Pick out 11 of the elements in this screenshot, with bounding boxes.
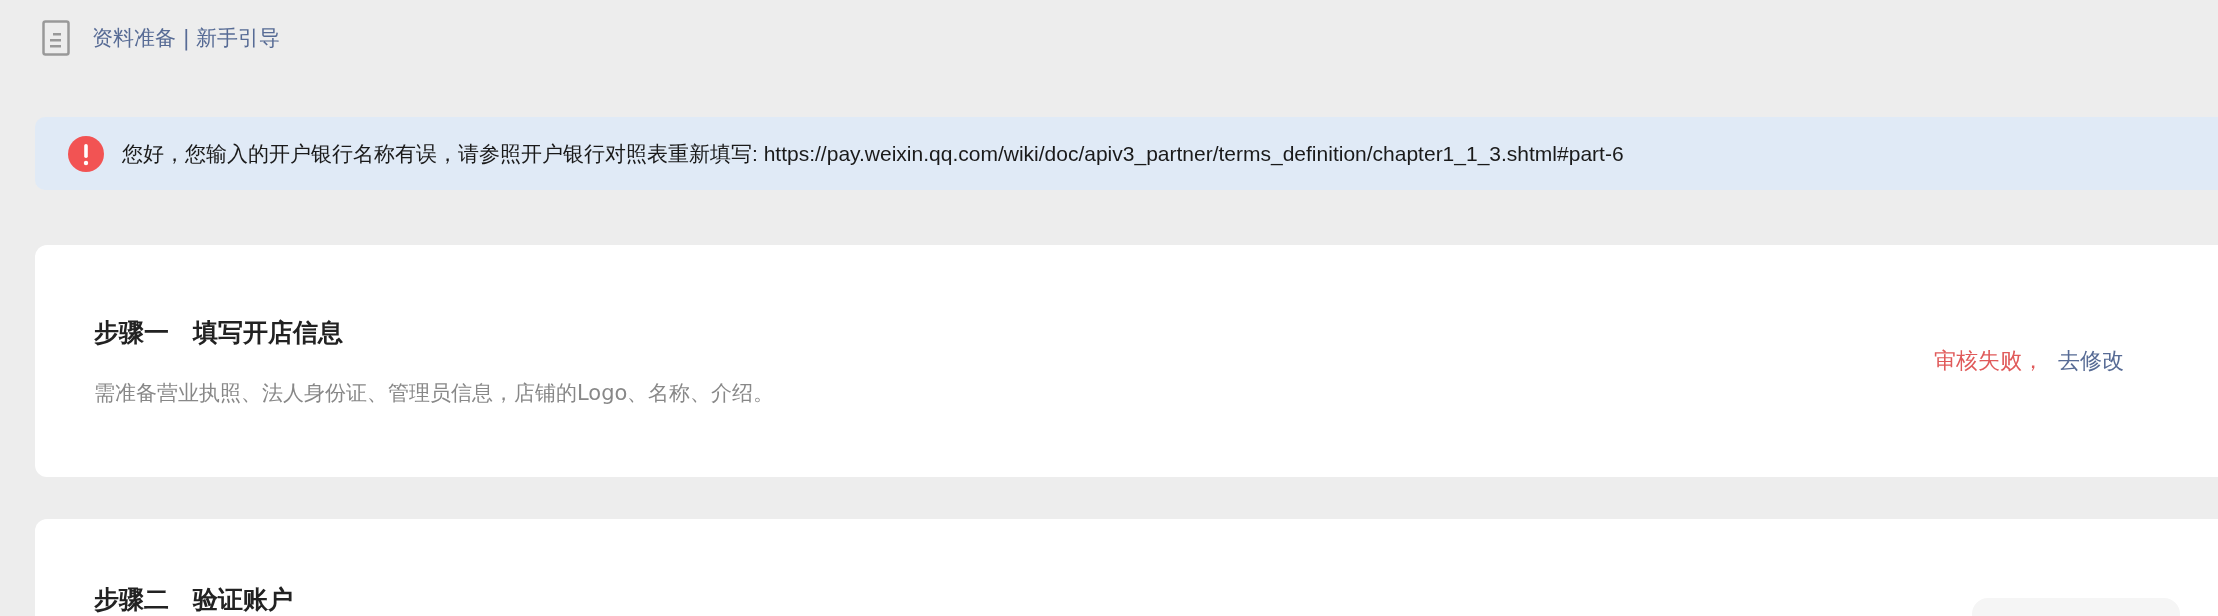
step-description: 需准备营业执照、法人身份证、管理员信息，店铺的Logo、名称、介绍。 [94,379,776,407]
step-label: 步骤二 [94,584,169,616]
step-title: 验证账户 [193,584,293,616]
edit-link[interactable]: 去修改 [2058,346,2124,376]
step-title: 填写开店信息 [193,316,343,349]
alert-message: 您好，您输入的开户银行名称有误，请参照开户银行对照表重新填写: https://pay.weixin.qq.com/wiki/doc/apiv3_partner/terms_definition/chapter1_1_3.shtml#part-6 [122,140,1624,168]
step-label: 步骤一 [94,316,169,349]
status-text: 审核失败， [1934,347,2044,375]
document-icon [42,20,70,56]
page-title: 资料准备 | 新手引导 [92,25,281,52]
exclamation-icon [68,135,104,172]
